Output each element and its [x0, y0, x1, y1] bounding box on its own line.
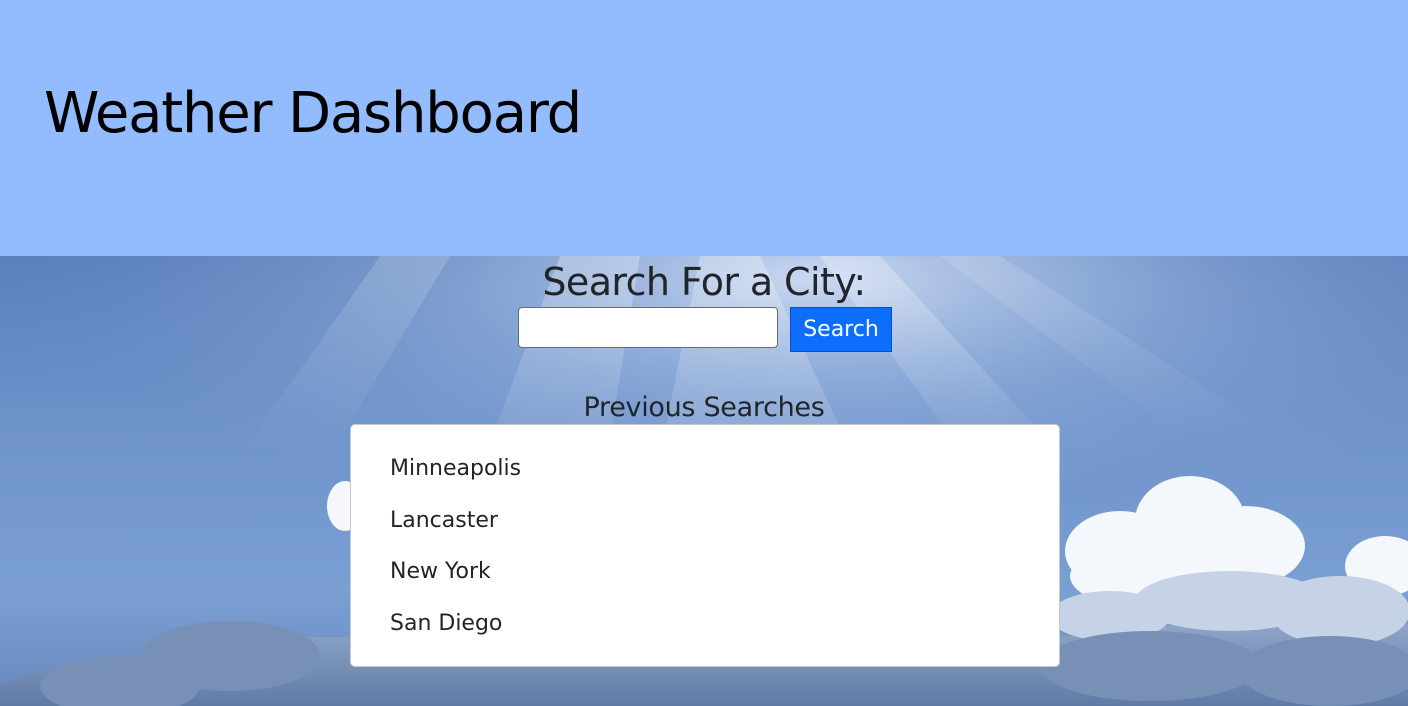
previous-searches-heading: Previous Searches	[583, 392, 825, 423]
previous-searches-list: Minneapolis Lancaster New York San Diego	[350, 424, 1060, 667]
previous-search-item-lancaster[interactable]: Lancaster	[351, 501, 1059, 553]
previous-search-item-san-diego[interactable]: San Diego	[351, 604, 1059, 656]
city-search-input[interactable]	[518, 307, 778, 348]
header-banner: Weather Dashboard	[0, 0, 1408, 256]
search-button[interactable]: Search	[790, 307, 892, 352]
search-heading: Search For a City:	[542, 260, 866, 304]
previous-search-item-minneapolis[interactable]: Minneapolis	[351, 449, 1059, 501]
previous-search-item-new-york[interactable]: New York	[351, 552, 1059, 604]
page-title: Weather Dashboard	[44, 81, 582, 146]
